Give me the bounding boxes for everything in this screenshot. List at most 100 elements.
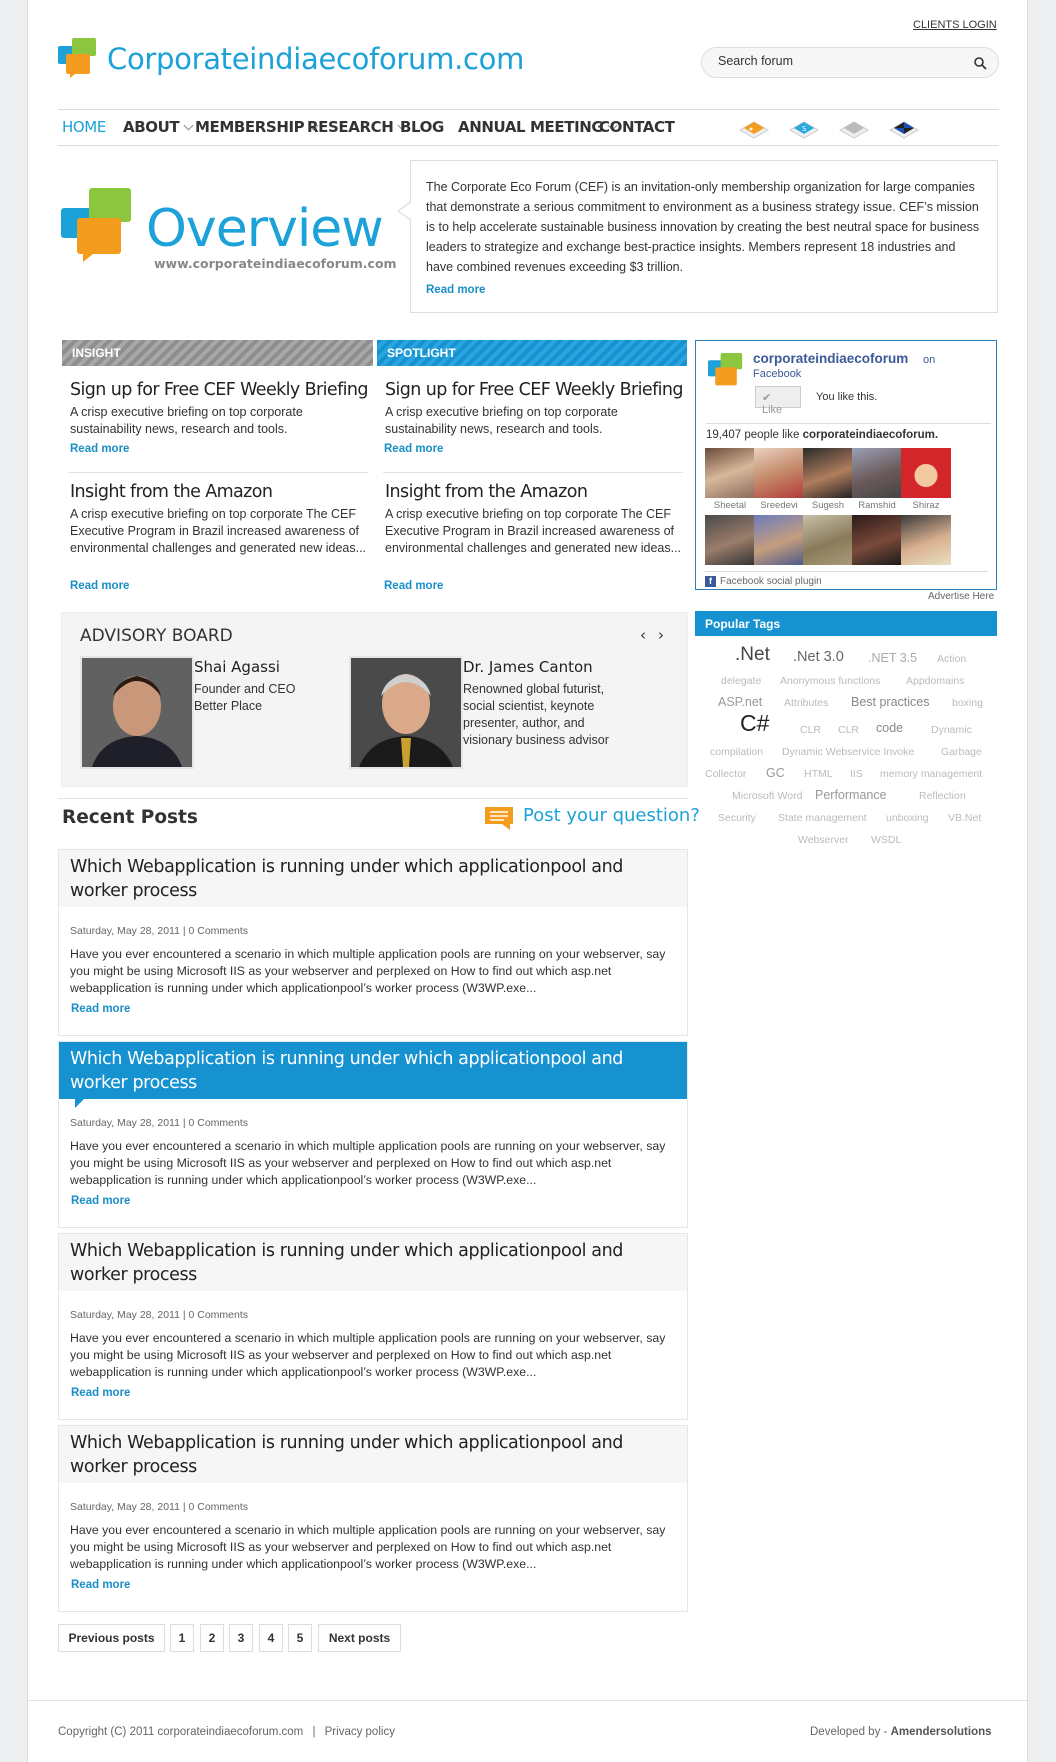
privacy-policy-link[interactable]: Privacy policy xyxy=(325,1726,395,1738)
tag-link[interactable]: Performance xyxy=(815,788,887,802)
chevron-right-icon[interactable]: › xyxy=(653,627,669,643)
fb-face[interactable] xyxy=(901,515,951,565)
post-read-more[interactable]: Read more xyxy=(71,1003,130,1015)
tag-link[interactable]: Action xyxy=(937,653,966,665)
post-read-more[interactable]: Read more xyxy=(71,1387,130,1399)
tag-link[interactable]: unboxing xyxy=(886,812,929,824)
fb-face[interactable] xyxy=(705,515,755,565)
advisor-name[interactable]: Dr. James Canton xyxy=(463,658,593,676)
fb-page-name[interactable]: corporateindiaecoforum xyxy=(753,351,908,366)
delicious-icon[interactable] xyxy=(888,116,920,140)
tag-link[interactable]: CLR xyxy=(838,724,859,736)
tag-link[interactable]: Best practices xyxy=(851,695,930,709)
post-title[interactable]: Which Webapplication is running under wh… xyxy=(59,1042,687,1108)
site-title[interactable]: Corporateindiaecoforum.com xyxy=(107,42,524,76)
fb-face[interactable] xyxy=(803,515,853,565)
nav-membership[interactable]: MEMBERSHIP xyxy=(195,118,319,136)
advisor-name[interactable]: Shai Agassi xyxy=(194,658,280,676)
search-input[interactable] xyxy=(718,54,958,68)
tag-link[interactable]: Appdomains xyxy=(906,675,964,687)
tag-link[interactable]: Dynamic Webservice Invoke xyxy=(782,746,914,758)
fb-face[interactable] xyxy=(754,448,804,498)
tag-link[interactable]: GC xyxy=(766,766,785,780)
insight-read-more[interactable]: Read more xyxy=(70,443,129,455)
next-posts-button[interactable]: Next posts xyxy=(318,1624,401,1652)
fb-page-avatar[interactable] xyxy=(708,353,744,389)
comment-icon[interactable] xyxy=(484,806,514,830)
tag-link[interactable]: State management xyxy=(778,812,867,824)
tag-link[interactable]: CLR xyxy=(800,724,821,736)
fb-face[interactable] xyxy=(852,515,902,565)
spotlight-read-more[interactable]: Read more xyxy=(384,580,443,592)
developer-link[interactable]: Amendersolutions xyxy=(891,1726,992,1738)
insight-item-title[interactable]: Sign up for Free CEF Weekly Briefing xyxy=(70,380,369,400)
tag-link[interactable]: IIS xyxy=(850,768,863,780)
nav-label: ANNUAL MEETING xyxy=(458,118,604,136)
tag-link[interactable]: C# xyxy=(740,710,769,737)
fb-face[interactable] xyxy=(705,448,755,498)
tag-link[interactable]: ASP.net xyxy=(718,695,762,709)
nav-about[interactable]: ABOUT xyxy=(123,118,194,136)
fb-face[interactable] xyxy=(803,448,853,498)
fb-social-plugin[interactable]: f Facebook social plugin xyxy=(705,571,988,587)
skype-icon[interactable]: S xyxy=(788,116,820,140)
fb-facebook-link[interactable]: Facebook xyxy=(753,368,801,380)
post-title[interactable]: Which Webapplication is running under wh… xyxy=(59,1426,687,1483)
tag-link[interactable]: Webserver xyxy=(798,834,849,846)
stumbleupon-icon[interactable] xyxy=(838,116,870,140)
fb-face[interactable] xyxy=(754,515,804,565)
page-link[interactable]: 3 xyxy=(229,1624,253,1652)
tag-link[interactable]: Anonymous functions xyxy=(780,675,880,687)
fb-face[interactable] xyxy=(901,448,951,498)
post-title[interactable]: Which Webapplication is running under wh… xyxy=(59,850,687,907)
post-question-link[interactable]: Post your question? xyxy=(523,805,700,826)
tag-link[interactable]: .NET 3.5 xyxy=(868,651,917,665)
tag-link[interactable]: code xyxy=(876,721,903,735)
page-link[interactable]: 4 xyxy=(259,1624,283,1652)
tag-link[interactable]: Garbage xyxy=(941,746,982,758)
tag-link[interactable]: Security xyxy=(718,812,756,824)
tag-link[interactable]: Collector xyxy=(705,768,746,780)
spotlight-item-title[interactable]: Insight from the Amazon xyxy=(385,482,588,502)
clients-login-link[interactable]: CLIENTS LOGIN xyxy=(913,19,997,31)
spotlight-read-more[interactable]: Read more xyxy=(384,443,443,455)
nav-research[interactable]: RESEARCH xyxy=(307,118,408,136)
page-link[interactable]: 5 xyxy=(288,1624,312,1652)
nav-contact[interactable]: CONTACT xyxy=(599,118,675,136)
page-link[interactable]: 2 xyxy=(200,1624,224,1652)
tag-link[interactable]: .Net 3.0 xyxy=(793,649,844,665)
logo-icon[interactable] xyxy=(58,38,98,78)
advertise-link[interactable]: Advertise Here xyxy=(928,591,994,602)
rss-icon[interactable] xyxy=(738,116,770,140)
tag-link[interactable]: HTML xyxy=(804,768,833,780)
chevron-left-icon[interactable]: ‹ xyxy=(635,627,651,643)
tag-link[interactable]: WSDL xyxy=(871,834,901,846)
previous-posts-button[interactable]: Previous posts xyxy=(58,1624,165,1652)
search-icon[interactable] xyxy=(973,56,987,70)
post-read-more[interactable]: Read more xyxy=(71,1579,130,1591)
insight-item-title[interactable]: Insight from the Amazon xyxy=(70,482,273,502)
fb-like-button[interactable]: ✔ Like xyxy=(755,386,801,416)
post-read-more[interactable]: Read more xyxy=(71,1195,130,1207)
tag-link[interactable]: delegate xyxy=(721,675,761,687)
advisor-photo[interactable] xyxy=(349,656,463,769)
tag-link[interactable]: Attributes xyxy=(784,697,828,709)
insight-read-more[interactable]: Read more xyxy=(70,580,129,592)
tag-link[interactable]: boxing xyxy=(952,697,983,709)
tag-link[interactable]: Reflection xyxy=(919,790,966,802)
spotlight-item-title[interactable]: Sign up for Free CEF Weekly Briefing xyxy=(385,380,684,400)
overview-read-more[interactable]: Read more xyxy=(426,280,982,300)
tag-link[interactable]: VB.Net xyxy=(948,812,981,824)
nav-blog[interactable]: BLOG xyxy=(400,118,444,136)
tag-link[interactable]: Dynamic xyxy=(931,724,972,736)
tag-link[interactable]: compilation xyxy=(710,746,763,758)
fb-face[interactable] xyxy=(852,448,902,498)
tag-link[interactable]: Microsoft Word xyxy=(732,790,802,802)
nav-home[interactable]: HOME xyxy=(62,118,106,136)
nav-annual-meeting[interactable]: ANNUAL MEETING xyxy=(458,118,618,136)
tag-link[interactable]: memory management xyxy=(880,768,982,780)
advisor-photo[interactable] xyxy=(80,656,194,769)
page-link[interactable]: 1 xyxy=(170,1624,194,1652)
post-title[interactable]: Which Webapplication is running under wh… xyxy=(59,1234,687,1291)
tag-link[interactable]: .Net xyxy=(735,644,770,666)
